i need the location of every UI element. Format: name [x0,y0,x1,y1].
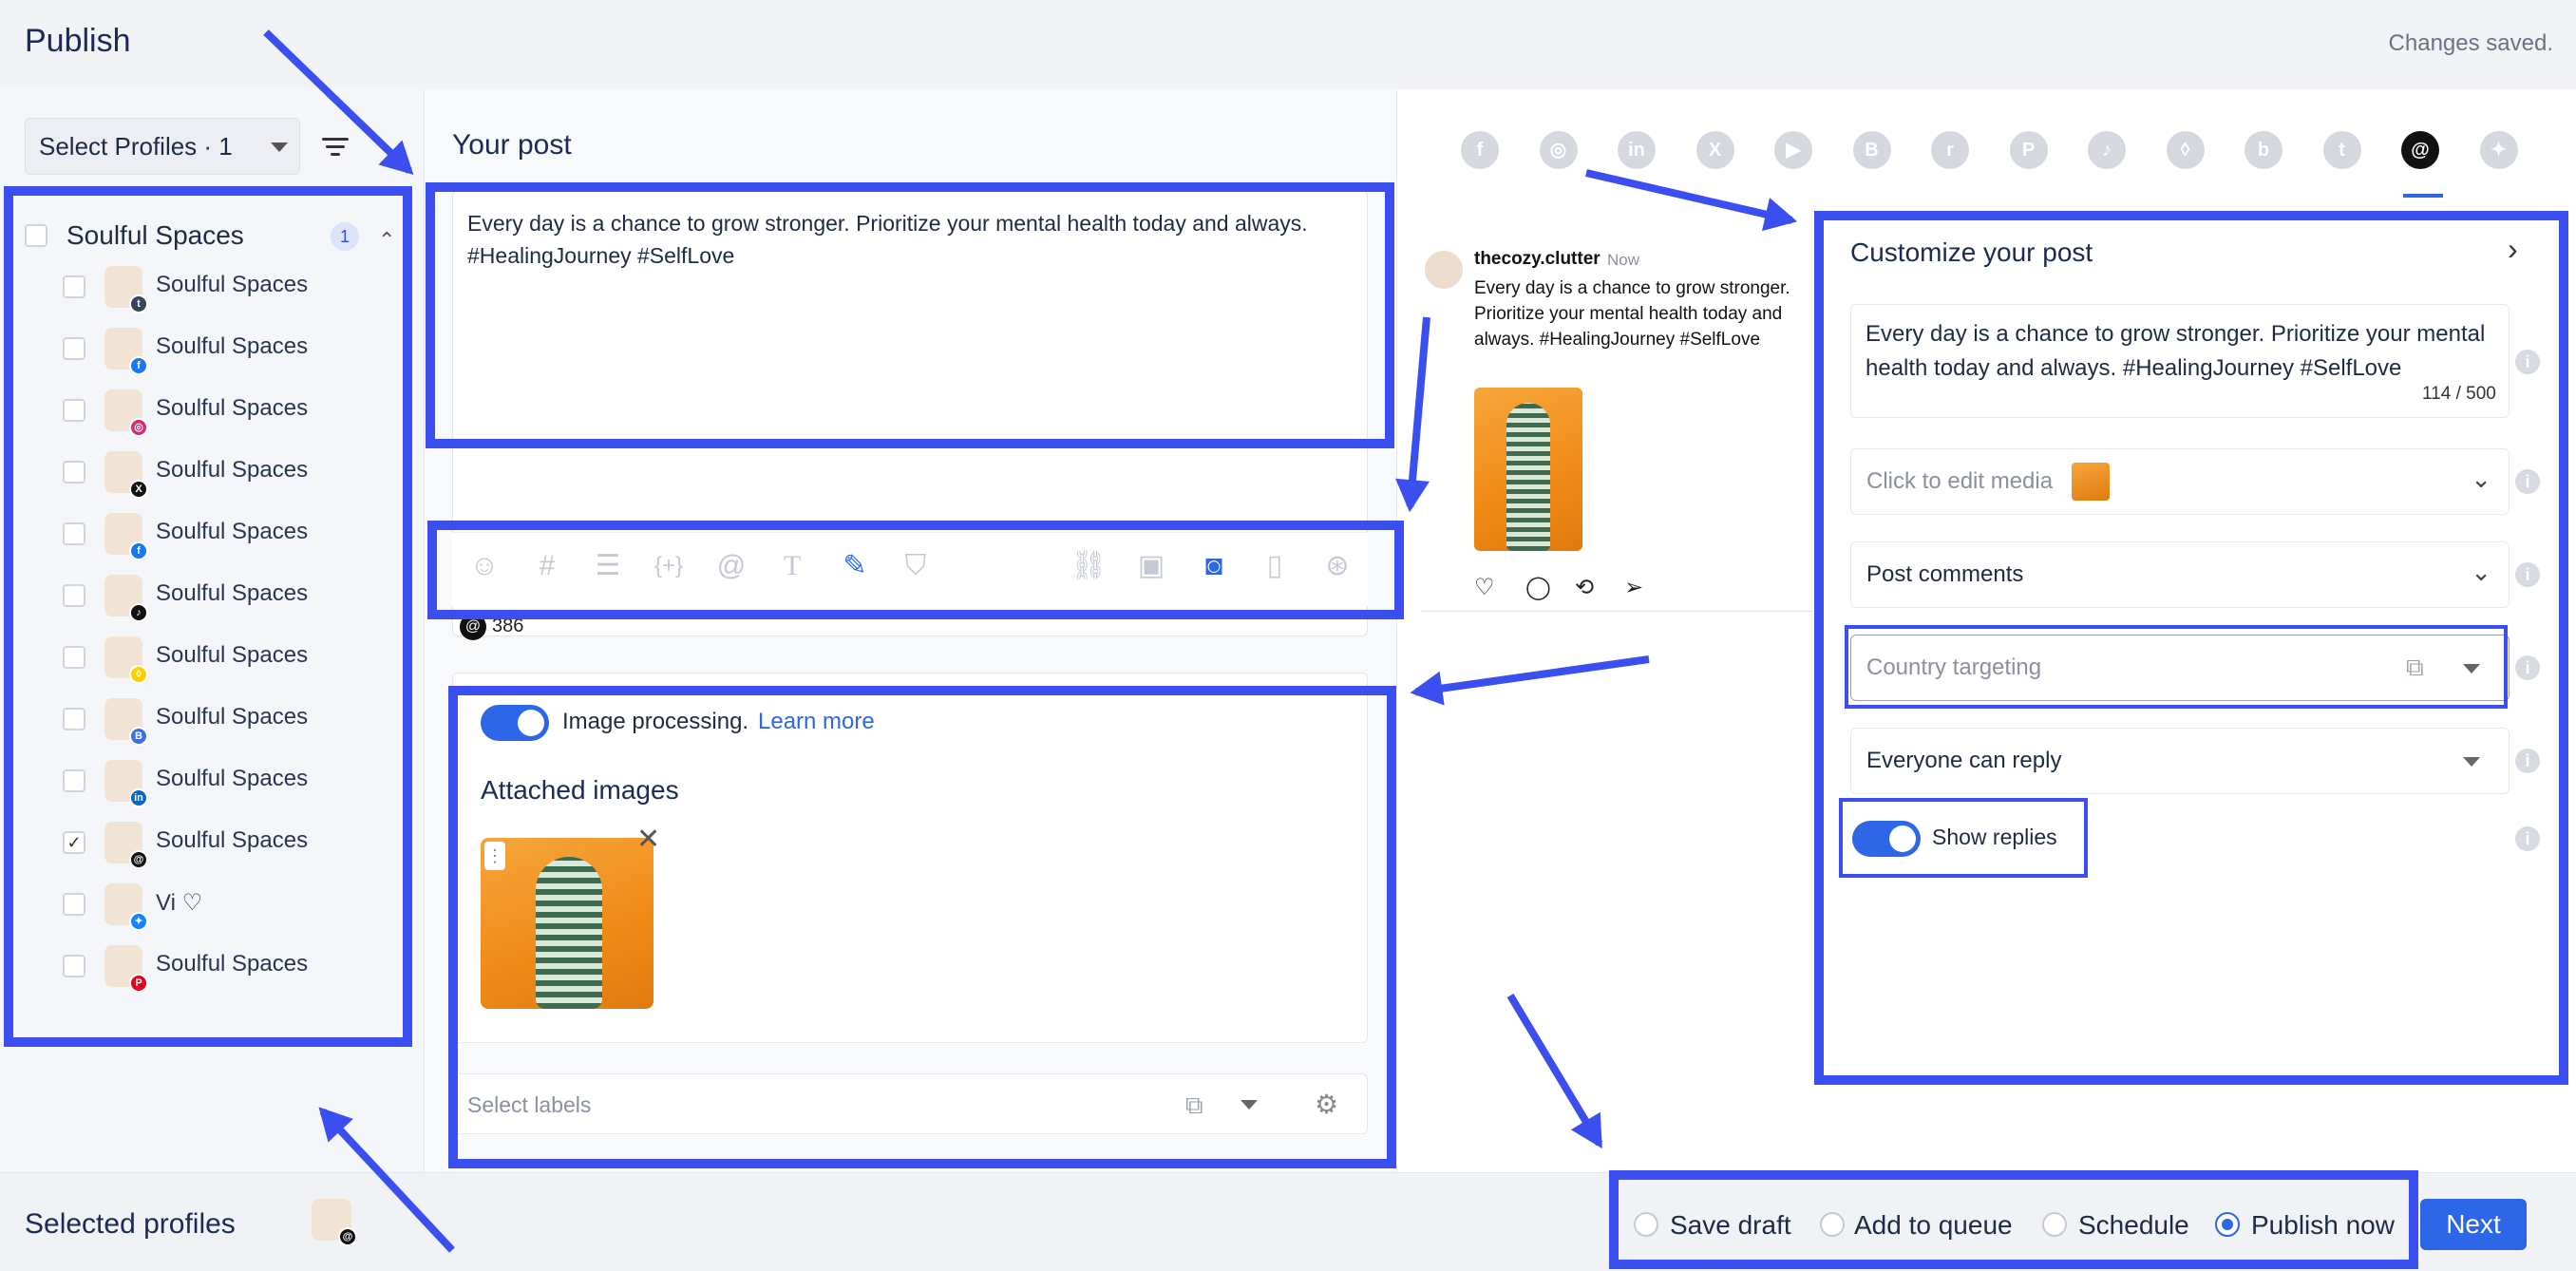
tab-google-business-icon[interactable]: B [1852,131,1891,169]
preview-text: Every day is a chance to grow stronger. … [1474,278,1790,350]
tab-snapchat-icon[interactable]: ◊ [2166,131,2205,169]
select-profiles-label: Select Profiles · 1 [39,132,233,161]
filter-icon[interactable] [321,133,350,161]
tab-x-icon[interactable]: X [1695,131,1734,169]
tab-threads-icon[interactable]: @ [2401,131,2439,169]
avatar [1425,251,1463,289]
active-tab-indicator [2403,194,2443,198]
page-title: Publish [25,23,131,59]
tab-reddit-icon[interactable]: r [1931,131,1969,169]
next-button[interactable]: Next [2420,1199,2527,1250]
annotation-box-publish-options [1609,1170,2418,1269]
annotation-box-profiles [4,186,412,1047]
annotation-box-media [448,686,1396,1168]
selected-profiles-label: Selected profiles [25,1208,236,1240]
tab-tiktok-icon[interactable]: ♪ [2088,131,2126,169]
chevron-down-icon [271,142,288,152]
tab-youtube-icon[interactable]: ▶ [1774,131,1812,169]
select-profiles-dropdown[interactable]: Select Profiles · 1 [25,118,300,175]
repost-icon: ⟲ [1575,575,1595,600]
tab-tumblr-icon[interactable]: t [2322,131,2361,169]
share-icon: ➢ [1624,575,1644,600]
tab-pinterest-icon[interactable]: P [2009,131,2048,169]
preview-image [1474,388,1582,551]
app-header [0,0,2576,89]
tab-bluesky-icon[interactable]: ✦ [2479,131,2518,169]
preview-time: Now [1607,251,1640,269]
tab-blogger-icon[interactable]: b [2245,131,2282,169]
annotation-box-show-replies [1839,798,2088,878]
comment-icon: ◯ [1525,575,1551,600]
preview-username: thecozy.clutter [1474,249,1601,269]
heart-icon: ♡ [1474,575,1495,600]
your-post-heading: Your post [452,129,572,161]
annotation-box-country [1845,625,2508,709]
tab-instagram-icon[interactable]: ◎ [1539,131,1578,169]
selected-profile-avatar[interactable]: @ [312,1199,357,1246]
threads-icon: @ [338,1227,357,1246]
tab-linkedin-icon[interactable]: in [1618,131,1656,169]
save-status: Changes saved. [2388,30,2553,56]
annotation-box-toolbar [427,521,1404,619]
annotation-box-editor [426,182,1394,448]
tab-facebook-icon[interactable]: f [1461,131,1499,169]
publish-app: Publish Changes saved. Select Profiles ·… [0,0,2576,1271]
